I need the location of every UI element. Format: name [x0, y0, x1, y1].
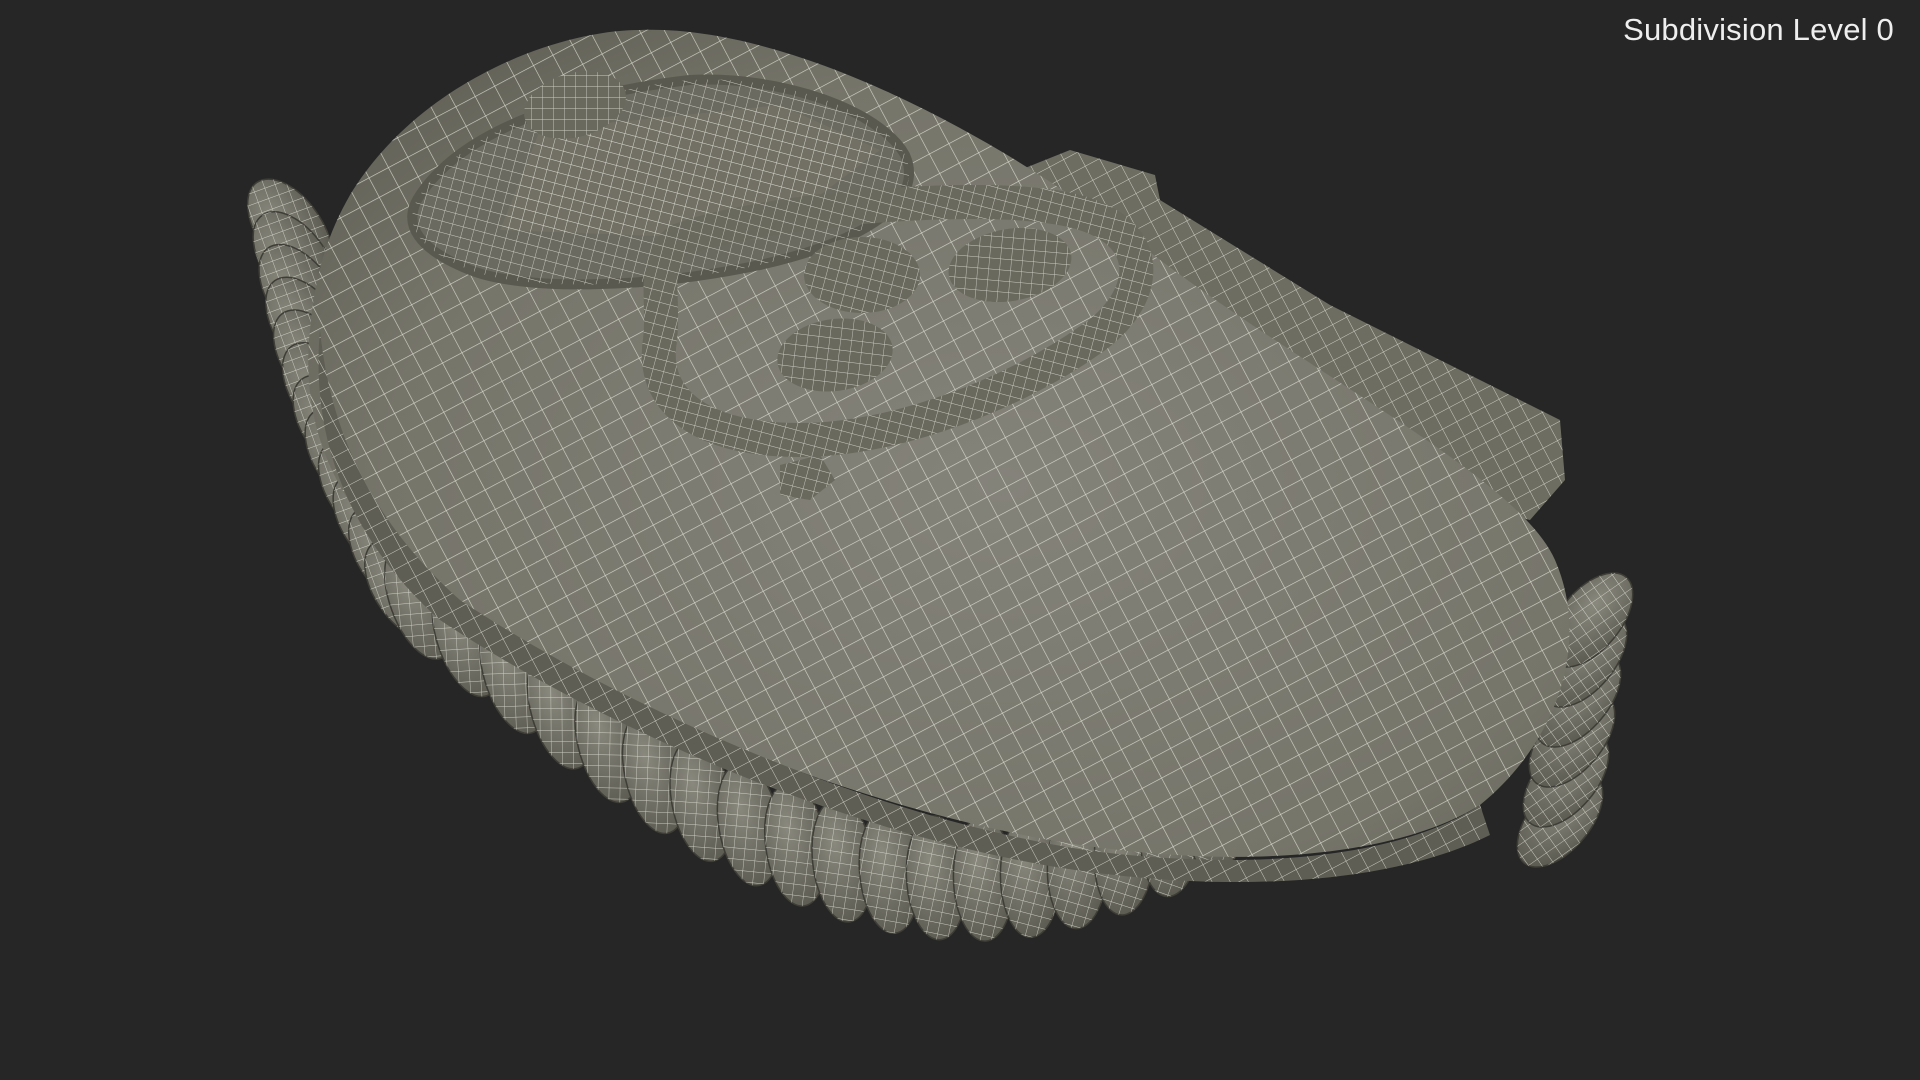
button-center	[804, 237, 920, 313]
3d-viewport[interactable]: Subdivision Level 0	[0, 0, 1920, 1080]
subdivision-level-label: Subdivision Level 0	[1623, 12, 1894, 47]
wireframe-model-render	[246, 29, 1634, 942]
